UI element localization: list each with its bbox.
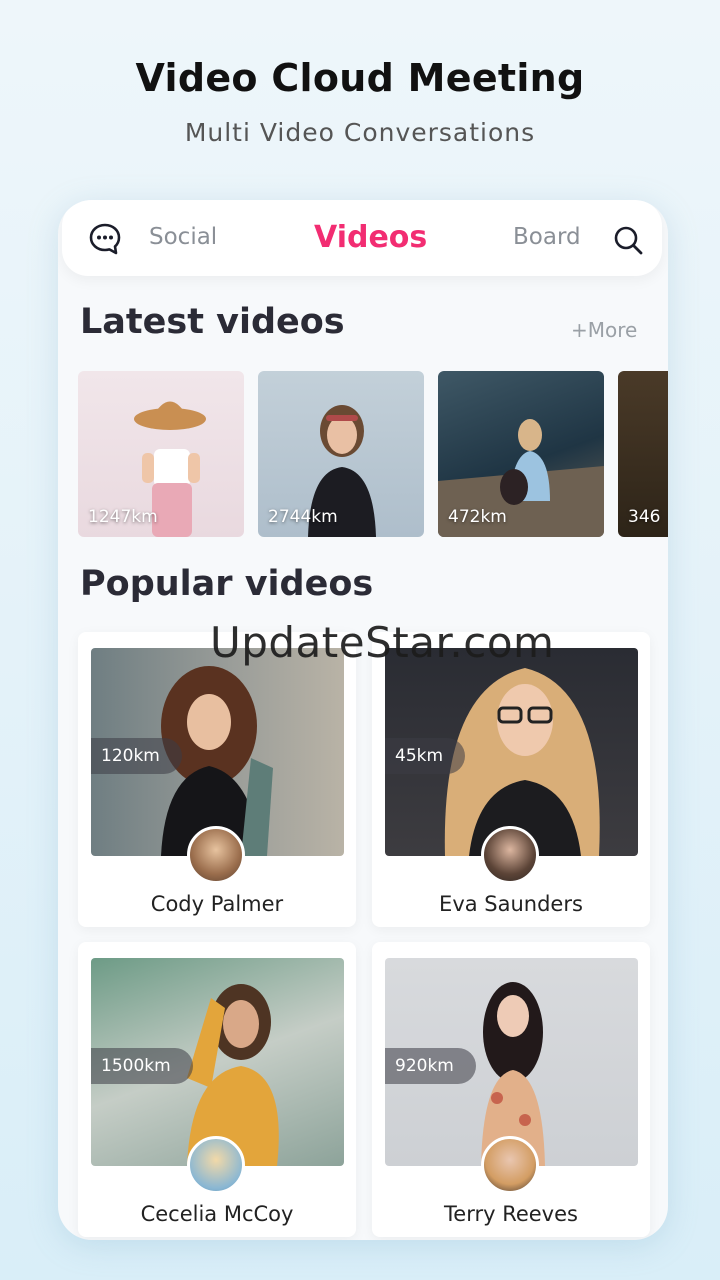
more-link[interactable]: +More (571, 318, 637, 342)
video-photo[interactable]: 1500km (91, 958, 344, 1166)
promo-title: Video Cloud Meeting (135, 56, 585, 100)
distance-label: 2744km (268, 507, 338, 527)
tab-board[interactable]: Board (513, 224, 581, 250)
search-icon[interactable] (612, 224, 644, 256)
user-name[interactable]: Eva Saunders (372, 892, 650, 916)
popular-video-card[interactable]: 45km Eva Saunders (372, 632, 650, 927)
watermark: UpdateStar.com (210, 618, 555, 667)
latest-video-thumbnail[interactable]: 1247km (78, 371, 244, 537)
top-navigation-bar: Social Videos Board (62, 200, 662, 276)
latest-video-thumbnail[interactable]: 2744km (258, 371, 424, 537)
distance-badge: 920km (385, 1048, 476, 1084)
distance-label: 346 (628, 507, 661, 527)
user-name[interactable]: Terry Reeves (372, 1202, 650, 1226)
video-photo[interactable]: 45km (385, 648, 638, 856)
chat-bubble-icon[interactable] (88, 222, 122, 256)
latest-videos-heading: Latest videos (80, 302, 345, 342)
user-name[interactable]: Cecelia McCoy (78, 1202, 356, 1226)
video-photo[interactable]: 120km (91, 648, 344, 856)
latest-video-thumbnail[interactable]: 472km (438, 371, 604, 537)
distance-badge: 120km (91, 738, 182, 774)
avatar[interactable] (187, 1136, 245, 1194)
avatar[interactable] (187, 826, 245, 884)
popular-video-card[interactable]: 120km Cody Palmer (78, 632, 356, 927)
distance-badge: 1500km (91, 1048, 193, 1084)
avatar[interactable] (481, 1136, 539, 1194)
user-name[interactable]: Cody Palmer (78, 892, 356, 916)
distance-label: 472km (448, 507, 507, 527)
popular-video-card[interactable]: 1500km Cecelia McCoy (78, 942, 356, 1237)
app-screen: Social Videos Board Latest videos +More … (58, 200, 668, 1240)
latest-videos-carousel[interactable]: 1247km 2744km 472km 346 (78, 371, 668, 537)
distance-label: 1247km (88, 507, 158, 527)
tab-social[interactable]: Social (149, 224, 217, 250)
promo-subtitle: Multi Video Conversations (184, 118, 536, 147)
popular-videos-heading: Popular videos (80, 564, 374, 604)
distance-badge: 45km (385, 738, 466, 774)
popular-video-card[interactable]: 920km Terry Reeves (372, 942, 650, 1237)
latest-video-thumbnail[interactable]: 346 (618, 371, 668, 537)
avatar[interactable] (481, 826, 539, 884)
video-photo[interactable]: 920km (385, 958, 638, 1166)
tab-videos[interactable]: Videos (314, 220, 427, 255)
